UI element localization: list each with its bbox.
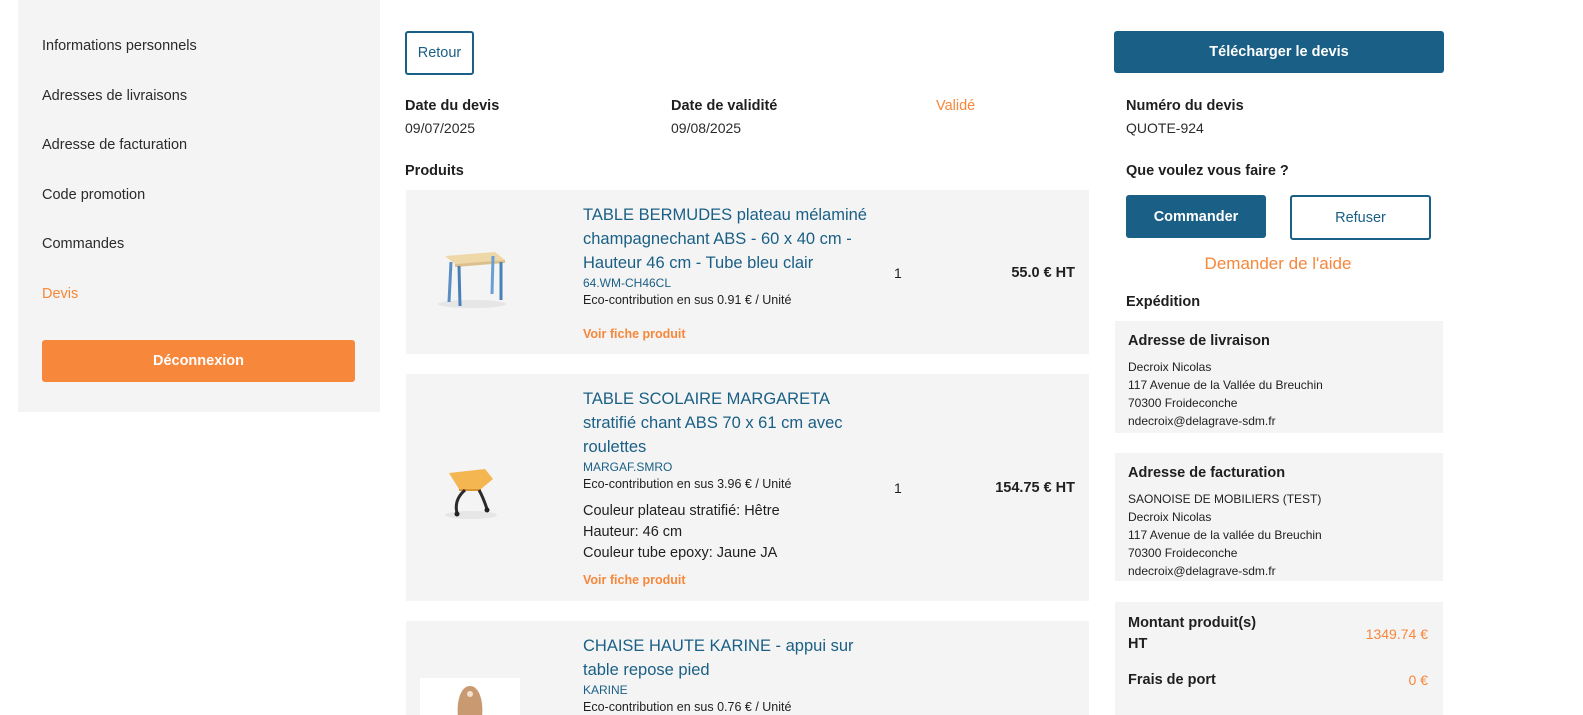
- sidebar-item-personal-info[interactable]: Informations personnels: [42, 38, 197, 54]
- shipping-cost-value: 0 €: [1408, 672, 1428, 688]
- address-line: ndecroix@delagrave-sdm.fr: [1128, 414, 1276, 428]
- product-option: Couleur plateau stratifié: Hêtre: [583, 503, 780, 519]
- product-reference: 64.WM-CH46CL: [583, 276, 672, 290]
- validity-date-value: 09/08/2025: [671, 120, 742, 136]
- address-line: Decroix Nicolas: [1128, 360, 1212, 374]
- product-card: TABLE SCOLAIRE MARGARETA stratifié chant…: [406, 374, 1089, 601]
- product-title[interactable]: TABLE BERMUDES plateau mélaminé champagn…: [583, 203, 873, 275]
- sidebar-item-orders[interactable]: Commandes: [42, 236, 124, 252]
- product-option: Hauteur: 46 cm: [583, 524, 683, 540]
- products-total-label: Montant produit(s) HT: [1128, 615, 1257, 652]
- product-price: 154.75 € HT: [995, 480, 1075, 496]
- product-image-table-bermudes[interactable]: [420, 224, 520, 324]
- order-button[interactable]: Commander: [1126, 195, 1266, 238]
- delivery-address-box: Adresse de livraison Decroix Nicolas 117…: [1115, 321, 1443, 433]
- help-link[interactable]: Demander de l'aide: [1114, 254, 1442, 274]
- order-summary: Montant produit(s) HT 1349.74 € Frais de…: [1115, 602, 1443, 715]
- product-reference: MARGAF.SMRO: [583, 460, 673, 474]
- address-line: 117 Avenue de la vallée du Breuchin: [1128, 528, 1322, 542]
- address-line: SAONOISE DE MOBILIERS (TEST): [1128, 492, 1322, 506]
- product-details-link[interactable]: Voir fiche produit: [583, 327, 686, 341]
- products-title: Produits: [405, 163, 464, 179]
- product-card: CHAISE HAUTE KARINE - appui sur table re…: [406, 621, 1089, 715]
- account-sidebar: Informations personnels Adresses de livr…: [18, 0, 380, 412]
- refuse-button[interactable]: Refuser: [1290, 195, 1431, 240]
- product-eco-contribution: Eco-contribution en sus 3.96 € / Unité: [583, 477, 792, 491]
- shipping-title: Expédition: [1126, 294, 1201, 310]
- sidebar-item-billing-address[interactable]: Adresse de facturation: [42, 137, 187, 153]
- address-line: 70300 Froideconche: [1128, 546, 1238, 560]
- logout-button[interactable]: Déconnexion: [42, 340, 355, 382]
- product-title[interactable]: TABLE SCOLAIRE MARGARETA stratifié chant…: [583, 387, 873, 459]
- quote-number-value: QUOTE-924: [1126, 120, 1204, 136]
- product-image-table-margareta[interactable]: [420, 438, 520, 538]
- address-line: ndecroix@delagrave-sdm.fr: [1128, 564, 1276, 578]
- billing-address-title: Adresse de facturation: [1128, 465, 1286, 481]
- billing-address-box: Adresse de facturation SAONOISE DE MOBIL…: [1115, 453, 1443, 581]
- delivery-address-title: Adresse de livraison: [1128, 333, 1270, 349]
- product-card: TABLE BERMUDES plateau mélaminé champagn…: [406, 190, 1089, 354]
- product-eco-contribution: Eco-contribution en sus 0.91 € / Unité: [583, 293, 792, 307]
- actions-question: Que voulez vous faire ?: [1126, 163, 1289, 179]
- sidebar-item-quotes[interactable]: Devis: [42, 286, 78, 302]
- sidebar-item-promo-code[interactable]: Code promotion: [42, 187, 145, 203]
- back-button[interactable]: Retour: [405, 31, 474, 75]
- products-total-value: 1349.74 €: [1365, 626, 1428, 642]
- address-line: 70300 Froideconche: [1128, 396, 1238, 410]
- product-quantity: 1: [894, 265, 902, 281]
- address-line: Decroix Nicolas: [1128, 510, 1212, 524]
- download-quote-button[interactable]: Télécharger le devis: [1114, 31, 1444, 73]
- quote-date-value: 09/07/2025: [405, 120, 476, 136]
- product-quantity: 1: [894, 480, 902, 496]
- quote-number-label: Numéro du devis: [1126, 98, 1244, 114]
- address-line: 117 Avenue de la Vallée du Breuchin: [1128, 378, 1323, 392]
- product-reference: KARINE: [583, 683, 628, 697]
- product-price: 55.0 € HT: [1011, 265, 1075, 281]
- sidebar-item-delivery-addresses[interactable]: Adresses de livraisons: [42, 88, 187, 104]
- status-badge: Validé: [936, 98, 976, 114]
- quote-date-label: Date du devis: [405, 98, 500, 114]
- product-option: Couleur tube epoxy: Jaune JA: [583, 545, 778, 561]
- shipping-cost-label: Frais de port: [1128, 672, 1216, 688]
- product-image-chaise-karine[interactable]: [420, 678, 520, 715]
- product-title[interactable]: CHAISE HAUTE KARINE - appui sur table re…: [583, 634, 873, 682]
- product-details-link[interactable]: Voir fiche produit: [583, 573, 686, 587]
- validity-date-label: Date de validité: [671, 98, 778, 114]
- product-eco-contribution: Eco-contribution en sus 0.76 € / Unité: [583, 700, 792, 714]
